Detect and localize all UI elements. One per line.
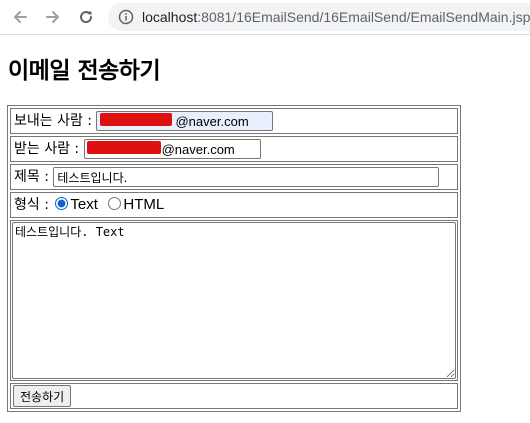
subject-label: 제목 : <box>14 169 49 185</box>
arrow-left-icon <box>14 11 27 23</box>
format-text-label[interactable]: Text <box>70 196 98 213</box>
format-label: 형식 : <box>14 197 49 213</box>
receiver-email-input[interactable] <box>83 139 261 159</box>
body-textarea[interactable]: 테스트입니다. Text <box>12 222 456 379</box>
format-html-label[interactable]: HTML <box>123 196 164 213</box>
email-form-table: 보내는 사람 : 받는 사람 : 제목 : 형식 : Text HTML <box>7 105 461 412</box>
subject-row: 제목 : <box>10 164 458 190</box>
format-text-radio[interactable] <box>55 197 69 210</box>
format-html-radio[interactable] <box>108 197 122 210</box>
receiver-label: 받는 사람 : <box>14 141 80 157</box>
sender-label: 보내는 사람 : <box>14 113 93 129</box>
url-text[interactable]: localhost:8081/16EmailSend/16EmailSend/E… <box>142 9 530 25</box>
address-bar[interactable]: localhost:8081/16EmailSend/16EmailSend/E… <box>108 3 530 31</box>
back-button[interactable] <box>8 5 32 29</box>
receiver-field-wrap <box>83 138 261 160</box>
url-path: :8081/16EmailSend/16EmailSend/EmailSendM… <box>197 9 530 25</box>
sender-email-input[interactable] <box>96 111 274 131</box>
body-row: 테스트입니다. Text <box>10 220 458 381</box>
reload-icon <box>80 11 93 24</box>
browser-toolbar: localhost:8081/16EmailSend/16EmailSend/E… <box>0 0 530 35</box>
receiver-row: 받는 사람 : <box>10 136 458 162</box>
url-host: localhost <box>142 9 198 25</box>
submit-row: 전송하기 <box>10 383 458 409</box>
arrow-right-icon <box>46 11 59 23</box>
info-icon[interactable] <box>118 9 134 25</box>
forward-button[interactable] <box>41 5 65 29</box>
sender-field-wrap <box>96 110 274 132</box>
sender-row: 보내는 사람 : <box>10 108 458 134</box>
subject-input[interactable] <box>53 167 440 187</box>
send-button[interactable]: 전송하기 <box>13 385 72 407</box>
format-row: 형식 : Text HTML <box>10 192 458 218</box>
reload-button[interactable] <box>74 5 98 29</box>
page-title: 이메일 전송하기 <box>8 58 161 84</box>
